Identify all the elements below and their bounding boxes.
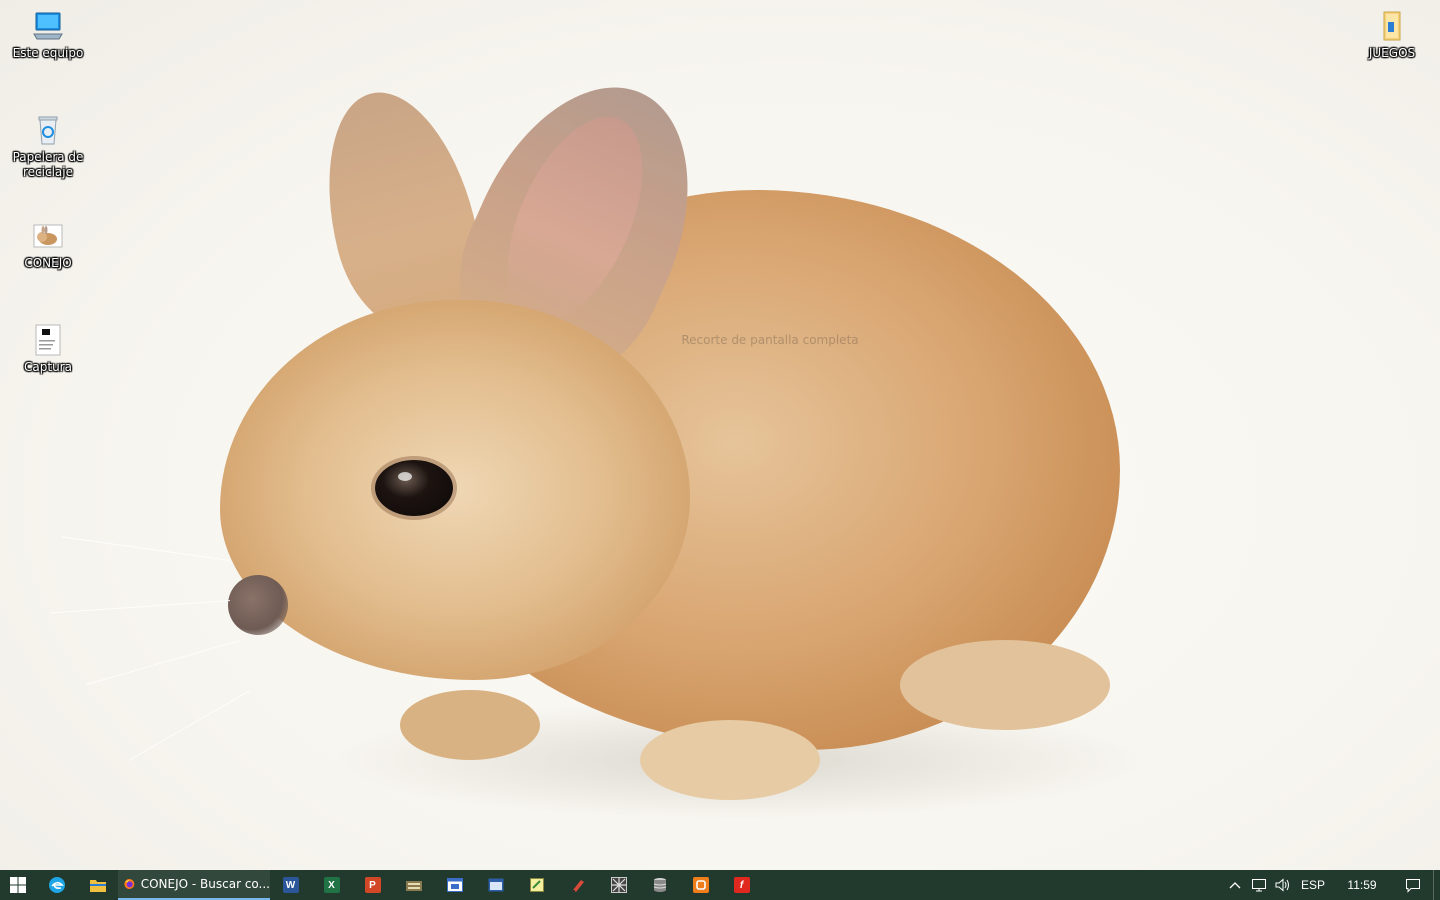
taskbar-app-c[interactable] xyxy=(475,870,516,900)
taskbar-app-a[interactable] xyxy=(393,870,434,900)
brush-icon xyxy=(571,880,584,892)
app-icon xyxy=(692,877,709,893)
folder-icon xyxy=(1374,8,1410,44)
desktop-icon-label: JUEGOS xyxy=(1368,46,1416,60)
taskbar-app-e[interactable] xyxy=(639,870,680,900)
chevron-up-icon xyxy=(1229,882,1241,889)
stack-icon xyxy=(653,878,666,892)
desktop-icon-captura[interactable]: Captura xyxy=(8,322,88,375)
wallpaper-rabbit xyxy=(0,0,1440,870)
edge-icon xyxy=(48,877,65,893)
f-app-icon: f xyxy=(733,877,750,893)
firefox-window-title: CONEJO - Buscar co... xyxy=(140,877,270,891)
taskbar-file-explorer[interactable] xyxy=(77,870,118,900)
window-app-icon xyxy=(488,878,503,892)
taskbar-excel[interactable]: X xyxy=(311,870,352,900)
desktop-icon-label: CONEJO xyxy=(24,256,72,270)
excel-icon: X xyxy=(323,877,340,893)
taskbar-firefox-window[interactable]: CONEJO - Buscar co... xyxy=(118,870,270,900)
language-label: ESP xyxy=(1300,878,1325,892)
language-indicator[interactable]: ESP xyxy=(1295,870,1331,900)
show-hidden-icons-button[interactable] xyxy=(1223,870,1247,900)
notification-icon xyxy=(1406,879,1420,893)
network-button[interactable] xyxy=(1247,870,1271,900)
taskbar-powerpoint[interactable]: P xyxy=(352,870,393,900)
volume-button[interactable] xyxy=(1271,870,1295,900)
taskbar-app-g[interactable]: f xyxy=(721,870,762,900)
desktop-icon-juegos[interactable]: JUEGOS xyxy=(1352,8,1432,61)
word-icon: W xyxy=(282,877,299,893)
taskbar-app-d[interactable] xyxy=(598,870,639,900)
taskbar-edge[interactable] xyxy=(36,870,77,900)
clock-time: 11:59 xyxy=(1347,878,1377,892)
desktop-icon-papelera[interactable]: Papelera de reciclaje xyxy=(8,112,88,180)
firefox-icon xyxy=(124,878,135,890)
taskbar: CONEJO - Buscar co... W X P f ESP 11:59 xyxy=(0,870,1440,900)
windows-start-icon xyxy=(10,877,26,893)
volume-icon xyxy=(1275,878,1289,892)
taskbar-app-f[interactable] xyxy=(680,870,721,900)
desktop-icon-label: Captura xyxy=(24,360,72,374)
desktop: Recorte de pantalla completa Este equipo… xyxy=(0,0,1440,870)
taskbar-app-b[interactable] xyxy=(434,870,475,900)
recycle-bin-icon xyxy=(30,112,66,148)
desktop-icon-label: Este equipo xyxy=(12,46,84,60)
system-tray: ESP 11:59 xyxy=(1223,870,1440,900)
folder-icon xyxy=(89,880,106,892)
grid-app-icon xyxy=(610,877,627,893)
taskbar-word[interactable]: W xyxy=(270,870,311,900)
toolbox-icon xyxy=(405,881,422,891)
network-icon xyxy=(1252,879,1266,892)
computer-icon xyxy=(30,8,66,44)
taskbar-notepad[interactable] xyxy=(516,870,557,900)
start-button[interactable] xyxy=(0,870,36,900)
show-desktop-button[interactable] xyxy=(1433,870,1440,900)
desktop-icon-label: Papelera de reciclaje xyxy=(12,150,84,179)
desktop-icon-conejo[interactable]: CONEJO xyxy=(8,218,88,271)
notepad-icon xyxy=(529,878,544,892)
action-center-button[interactable] xyxy=(1393,870,1433,900)
image-file-icon xyxy=(30,322,66,358)
clock[interactable]: 11:59 xyxy=(1331,870,1393,900)
image-file-icon xyxy=(30,218,66,254)
taskbar-paint[interactable] xyxy=(557,870,598,900)
powerpoint-icon: P xyxy=(364,877,381,893)
desktop-icon-este-equipo[interactable]: Este equipo xyxy=(8,8,88,61)
window-app-icon xyxy=(446,878,463,892)
screen-capture-hint: Recorte de pantalla completa xyxy=(681,333,859,347)
